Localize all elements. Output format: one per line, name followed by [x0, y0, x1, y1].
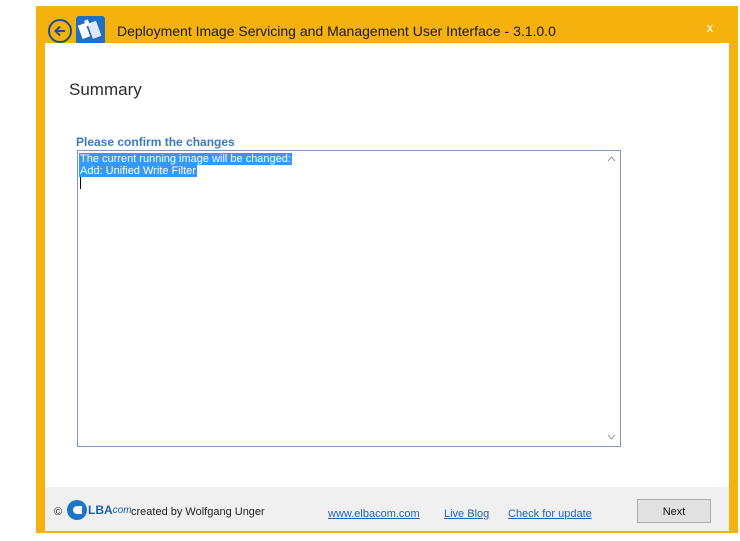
changes-line: The current running image will be change… [79, 153, 292, 165]
app-window: Deployment Image Servicing and Managemen… [36, 6, 738, 533]
logo-suffix: com [112, 504, 132, 516]
changes-line: Add: Unified Write Filter [79, 165, 197, 177]
window-title: Deployment Image Servicing and Managemen… [117, 23, 556, 39]
scroll-down-icon[interactable] [603, 429, 620, 446]
created-by-text: created by Wolfgang Unger [131, 506, 265, 518]
confirm-label: Please confirm the changes [76, 135, 235, 149]
footer-bar: © LBA com created by Wolfgang Unger www.… [45, 487, 729, 531]
check-update-link[interactable]: Check for update [508, 508, 592, 520]
logo-text: LBA [88, 503, 113, 517]
website-link[interactable]: www.elbacom.com [328, 508, 420, 520]
changes-textbox[interactable]: The current running image will be change… [77, 150, 621, 447]
live-blog-link[interactable]: Live Blog [444, 508, 489, 520]
copyright-symbol: © [54, 506, 63, 518]
content-panel: Summary Please confirm the changes The c… [45, 43, 729, 487]
page-title: Summary [69, 80, 142, 99]
vertical-scrollbar[interactable] [603, 151, 620, 446]
text-caret [80, 177, 81, 189]
scroll-up-icon[interactable] [603, 151, 620, 168]
back-button[interactable] [48, 19, 72, 43]
close-button[interactable]: x [698, 16, 722, 40]
changes-text: The current running image will be change… [79, 153, 292, 189]
elbacom-logo-icon: LBA com [67, 499, 132, 521]
app-icon [76, 16, 105, 45]
next-button[interactable]: Next [637, 499, 711, 523]
back-arrow-icon [54, 25, 65, 37]
title-bar: Deployment Image Servicing and Managemen… [36, 6, 738, 45]
close-icon: x [706, 20, 714, 35]
